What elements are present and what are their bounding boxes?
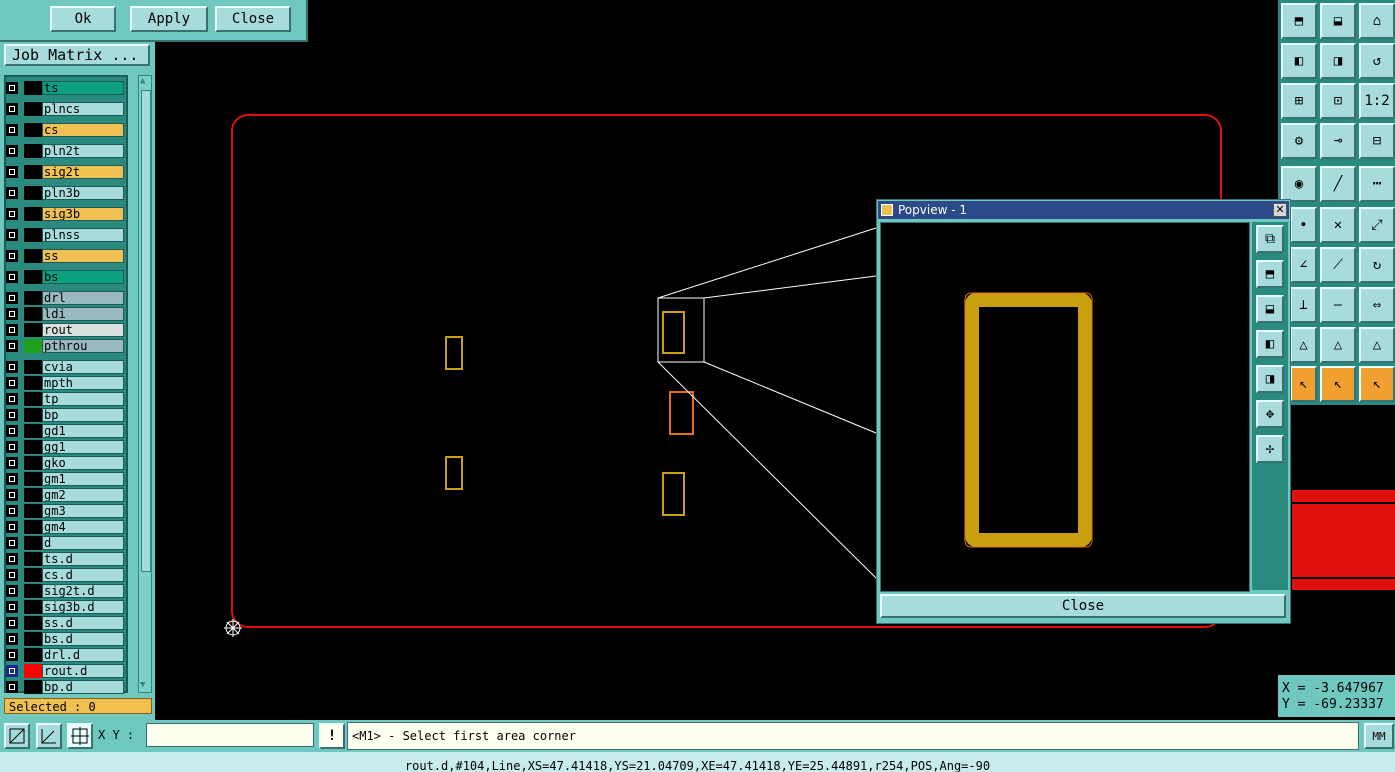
zoom-line [703,361,877,434]
angle-mode-icon[interactable] [36,723,62,749]
popview-zoom-out-icon[interactable]: ⬓ [1256,295,1284,323]
popview-pan-right-icon[interactable]: ◨ [1256,365,1284,393]
select-box-icon[interactable]: ↖ [1320,366,1356,402]
zoomed-pad-edge [964,292,1093,548]
coord-x: X = -3.647967 [1282,681,1384,696]
units-button[interactable]: MM [1364,723,1394,749]
expand-icon[interactable]: ⇔ [1359,287,1395,323]
origin-marker-icon [224,619,242,637]
coord-y: Y = -69.23337 [1282,697,1384,712]
home-icon[interactable]: ⌂ [1359,3,1395,39]
triangle-alt-icon[interactable]: △ [1359,327,1395,363]
pad-left-bottom [445,456,463,490]
select-icon[interactable]: ↖ [1290,366,1317,402]
xy-label: X Y : [98,728,135,742]
pad-right-middle [669,391,694,435]
grid-snap-icon[interactable] [67,723,93,749]
cursor-coordinates: X = -3.647967 Y = -69.23337 [1278,675,1395,717]
popview-pan-left-icon[interactable]: ◧ [1256,330,1284,358]
ratio-icon[interactable]: 1:2 [1359,83,1395,119]
popview-zoom-center-icon[interactable]: ✢ [1256,435,1284,463]
rotate-icon[interactable]: ↻ [1359,247,1395,283]
info-icon[interactable]: ! [319,723,345,749]
arc-icon[interactable]: △ [1290,327,1317,363]
close-icon[interactable]: ✕ [1273,203,1287,217]
settings-icon[interactable]: ⚙ [1281,123,1317,159]
prompt-message: <M1> - Select first area corner [347,722,1359,750]
snap-point-icon[interactable]: ◉ [1281,166,1317,202]
draw-line-icon[interactable]: ╱ [1320,166,1356,202]
popview-drawing [964,292,1093,548]
pan-right-icon[interactable]: ◨ [1320,43,1356,79]
zoom-line [657,227,877,299]
split-icon[interactable]: ⊥ [1290,287,1317,323]
popview-title: Popview - 1 [898,203,967,217]
popview-zoom-in-icon[interactable]: ⬒ [1256,260,1284,288]
overview-board [1292,490,1395,590]
pad-left-top [445,336,463,370]
popview-titlebar[interactable]: Popview - 1 ✕ [878,201,1289,219]
triangle-icon[interactable]: △ [1320,327,1356,363]
pad-right-bottom [662,472,685,516]
popview-zoom-extents-icon[interactable]: ✥ [1256,400,1284,428]
snap-mode-icon[interactable] [4,723,30,749]
zoom-out-icon[interactable]: ⬓ [1320,3,1356,39]
slope-icon[interactable]: ⟋ [1320,247,1356,283]
window-menu-icon[interactable] [881,204,893,216]
move-point-icon[interactable]: ⤢ [1359,207,1395,243]
popview-fit-icon[interactable]: ⧉ [1256,225,1284,253]
angle-icon[interactable]: ∠ [1290,247,1317,283]
zoom-line [703,275,877,299]
zoom-in-icon[interactable]: ⬒ [1281,3,1317,39]
popview-canvas[interactable] [880,222,1250,592]
status-line: rout.d,#104,Line,XS=47.41418,YS=21.04709… [0,752,1395,772]
fit-all-icon[interactable]: ⊞ [1281,83,1317,119]
popview-close-button[interactable]: Close [880,594,1286,618]
netlist-icon[interactable]: ⊟ [1359,123,1395,159]
zoom-line [657,361,877,579]
pad-right-top [662,311,685,354]
fit-profile-icon[interactable]: ⊡ [1320,83,1356,119]
xy-input[interactable] [146,723,314,747]
undo-view-icon[interactable]: ↺ [1359,43,1395,79]
connect-icon[interactable]: ∙ [1290,207,1317,243]
select-area-icon[interactable]: ↖ [1359,366,1395,402]
intersect-icon[interactable]: ✕ [1320,207,1356,243]
overview-divider [1292,502,1395,504]
minus-icon[interactable]: — [1320,287,1356,323]
ruler-icon[interactable]: ┅ [1359,166,1395,202]
zoomed-pad [965,293,1092,547]
measure-icon[interactable]: ⊸ [1320,123,1356,159]
overview-divider [1292,577,1395,579]
pan-left-icon[interactable]: ◧ [1281,43,1317,79]
